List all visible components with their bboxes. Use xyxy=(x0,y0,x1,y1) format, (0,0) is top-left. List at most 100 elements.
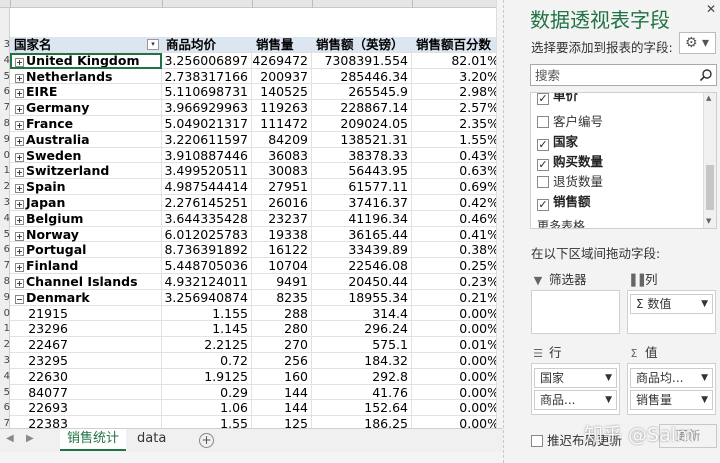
sales-percent-cell[interactable]: 0.69% xyxy=(412,179,503,195)
quantity-cell[interactable]: 111472 xyxy=(252,116,312,132)
tab-sales-stats[interactable]: 销售统计 xyxy=(60,429,127,451)
country-cell[interactable]: + Spain xyxy=(10,179,162,195)
checkbox-icon[interactable] xyxy=(537,116,549,128)
quantity-cell[interactable]: 9491 xyxy=(252,274,312,290)
row-number[interactable]: 5 xyxy=(0,227,10,242)
quantity-cell[interactable]: 26016 xyxy=(252,195,312,211)
expand-icon[interactable]: + xyxy=(15,200,24,209)
avg-price-cell[interactable]: 2.2125 xyxy=(162,337,252,353)
row-number[interactable]: 5 xyxy=(0,385,10,400)
header-sales[interactable]: 销售额（英镑） xyxy=(312,37,412,53)
row-number[interactable]: 6 xyxy=(0,242,10,257)
sales-percent-cell[interactable]: 0.42% xyxy=(412,195,503,211)
row-number[interactable]: 3 xyxy=(0,353,10,368)
sales-cell[interactable]: 285446.34 xyxy=(312,68,412,85)
quantity-cell[interactable]: 256 xyxy=(252,353,312,369)
row-number[interactable]: 3 xyxy=(0,37,10,52)
product-id-cell[interactable]: 22630 xyxy=(10,368,162,385)
expand-icon[interactable]: + xyxy=(15,215,24,225)
checked-checkbox-icon[interactable]: ✓ xyxy=(537,159,549,171)
sales-percent-cell[interactable]: 0.01% xyxy=(412,337,503,353)
sales-cell[interactable]: 56443.95 xyxy=(312,163,412,180)
rows-chip-product[interactable]: 商品... ▼ xyxy=(534,390,617,410)
sales-percent-cell[interactable]: 1.55% xyxy=(412,131,503,148)
header-country[interactable]: 国家名 ▾ xyxy=(10,37,162,53)
avg-price-cell[interactable]: 0.29 xyxy=(162,384,252,401)
sales-cell[interactable]: 22546.08 xyxy=(312,258,412,274)
row-label-filter-button[interactable]: ▾ xyxy=(147,39,159,50)
product-id-cell[interactable]: 22467 xyxy=(10,337,162,353)
sales-percent-cell[interactable]: 0.00% xyxy=(412,400,503,417)
sales-percent-cell[interactable]: 0.23% xyxy=(412,274,503,290)
sales-percent-cell[interactable]: 0.00% xyxy=(412,384,503,401)
quantity-cell[interactable]: 10704 xyxy=(252,258,312,274)
row-header-column[interactable]: 3456789012345678901234567 xyxy=(0,8,10,429)
row-number[interactable]: 5 xyxy=(0,69,10,84)
columns-drop-zone[interactable]: Σ 数值 ▼ xyxy=(627,290,716,334)
row-number[interactable]: 7 xyxy=(0,258,10,273)
expand-icon[interactable]: + xyxy=(15,152,24,162)
row-number[interactable]: 3 xyxy=(0,195,10,210)
avg-price-cell[interactable]: 5.049021317 xyxy=(162,116,252,132)
checked-checkbox-icon[interactable]: ✓ xyxy=(537,139,549,151)
sales-percent-cell[interactable]: 0.21% xyxy=(412,289,503,306)
header-quantity[interactable]: 销售量 xyxy=(252,37,312,53)
sales-cell[interactable]: 33439.89 xyxy=(312,242,412,259)
field-item[interactable]: 客户编号 xyxy=(537,111,603,129)
avg-price-cell[interactable]: 5.448705036 xyxy=(162,258,252,274)
quantity-cell[interactable]: 280 xyxy=(252,321,312,338)
column-header-strip[interactable] xyxy=(0,0,503,8)
sales-cell[interactable]: 38378.33 xyxy=(312,147,412,164)
avg-price-cell[interactable]: 1.155 xyxy=(162,305,252,322)
sales-percent-cell[interactable]: 3.20% xyxy=(412,68,503,85)
row-number[interactable]: 9 xyxy=(0,132,10,147)
quantity-cell[interactable]: 140525 xyxy=(252,84,312,101)
sales-cell[interactable]: 314.4 xyxy=(312,305,412,322)
row-number[interactable]: 4 xyxy=(0,53,10,68)
row-number[interactable]: 9 xyxy=(0,290,10,305)
horizontal-scrollbar[interactable] xyxy=(0,452,503,463)
quantity-cell[interactable]: 8235 xyxy=(252,289,312,306)
next-sheet-arrow-icon[interactable]: ▶ xyxy=(26,433,34,444)
sales-cell[interactable]: 7308391.554 xyxy=(312,52,412,69)
sales-percent-cell[interactable]: 0.00% xyxy=(412,321,503,338)
avg-price-cell[interactable]: 2.738317166 xyxy=(162,68,252,85)
country-cell[interactable]: + United Kingdom xyxy=(10,52,162,69)
expand-icon[interactable]: + xyxy=(15,279,24,288)
quantity-cell[interactable]: 119263 xyxy=(252,100,312,116)
row-number[interactable]: 1 xyxy=(0,163,10,178)
values-drop-zone[interactable]: 商品均... ▼ 销售量 ▼ xyxy=(627,363,716,415)
field-item[interactable]: 退货数量 xyxy=(537,171,603,189)
checked-checkbox-icon[interactable]: ✓ xyxy=(537,93,549,105)
expand-icon[interactable]: + xyxy=(15,105,24,115)
sales-cell[interactable]: 152.64 xyxy=(312,400,412,417)
more-tables-link[interactable]: 更多表格... xyxy=(537,217,596,228)
country-cell[interactable]: + France xyxy=(10,116,162,132)
quantity-cell[interactable]: 200937 xyxy=(252,68,312,85)
prev-sheet-arrow-icon[interactable]: ◀ xyxy=(6,433,14,444)
country-cell[interactable]: + Norway xyxy=(10,226,162,243)
avg-price-cell[interactable]: 3.220611597 xyxy=(162,131,252,148)
sales-percent-cell[interactable]: 0.38% xyxy=(412,242,503,259)
sales-percent-cell[interactable]: 0.46% xyxy=(412,210,503,227)
avg-price-cell[interactable]: 0.72 xyxy=(162,353,252,369)
row-number[interactable]: 2 xyxy=(0,337,10,352)
chevron-down-icon[interactable]: ▼ xyxy=(605,369,612,387)
expand-icon[interactable]: + xyxy=(15,121,24,130)
quantity-cell[interactable]: 30083 xyxy=(252,163,312,180)
sales-percent-cell[interactable]: 0.43% xyxy=(412,147,503,164)
field-item[interactable]: ✓ 购买数量 xyxy=(537,151,603,171)
quantity-cell[interactable]: 288 xyxy=(252,305,312,322)
checkbox-icon[interactable] xyxy=(531,435,543,447)
sales-percent-cell[interactable]: 2.57% xyxy=(412,100,503,116)
field-item[interactable]: ✓ 国家 xyxy=(537,131,578,151)
quantity-cell[interactable]: 144 xyxy=(252,400,312,417)
checked-checkbox-icon[interactable]: ✓ xyxy=(537,199,549,211)
country-cell[interactable]: + Netherlands xyxy=(10,68,162,85)
avg-price-cell[interactable]: 3.256940874 xyxy=(162,289,252,306)
columns-chip-values[interactable]: Σ 数值 ▼ xyxy=(630,294,713,314)
chevron-down-icon[interactable]: ▼ xyxy=(701,295,708,313)
field-item[interactable]: ✓ 单价 xyxy=(537,93,578,105)
sales-cell[interactable]: 41196.34 xyxy=(312,210,412,227)
sales-percent-cell[interactable]: 2.98% xyxy=(412,84,503,101)
